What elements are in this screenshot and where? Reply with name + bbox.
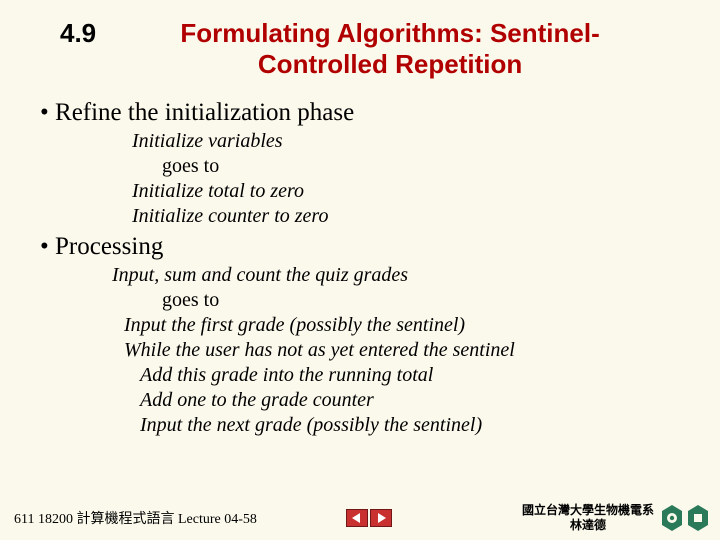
hex-icon [686, 504, 710, 532]
goes-to-2: goes to [162, 288, 680, 313]
gear-icon [660, 504, 684, 532]
footer-left-text: 611 18200 計算機程式語言 Lecture 04-58 [14, 508, 257, 528]
logo-badges [660, 504, 710, 532]
prev-button[interactable] [346, 509, 368, 527]
pseudo-while: While the user has not as yet entered th… [124, 338, 680, 363]
triangle-right-icon [375, 512, 387, 524]
slide-footer: 611 18200 計算機程式語言 Lecture 04-58 國立台灣大學生物… [0, 503, 720, 532]
slide-header: 4.9 Formulating Algorithms: Sentinel-Con… [0, 0, 720, 89]
affil-line2: 林達德 [522, 518, 654, 532]
section-number: 4.9 [60, 18, 96, 49]
pseudo-init-vars: Initialize variables [132, 129, 680, 154]
pseudo-input-first: Input the first grade (possibly the sent… [124, 313, 680, 338]
affiliation: 國立台灣大學生物機電系 林達德 [522, 503, 654, 532]
bullet-refine: Refine the initialization phase [40, 99, 680, 127]
pseudo-add-counter: Add one to the grade counter [140, 388, 680, 413]
pseudo-add-total: Add this grade into the running total [140, 363, 680, 388]
next-button[interactable] [370, 509, 392, 527]
pseudo-init-counter: Initialize counter to zero [132, 204, 680, 229]
pseudo-init-total: Initialize total to zero [132, 179, 680, 204]
pseudo-input-next: Input the next grade (possibly the senti… [140, 413, 680, 438]
footer-right: 國立台灣大學生物機電系 林達德 [522, 503, 710, 532]
goes-to-1: goes to [162, 154, 680, 179]
affil-line1: 國立台灣大學生物機電系 [522, 503, 654, 517]
slide-body: Refine the initialization phase Initiali… [0, 89, 720, 438]
triangle-left-icon [351, 512, 363, 524]
pseudo-input-sum: Input, sum and count the quiz grades [112, 263, 680, 288]
slide-title: Formulating Algorithms: Sentinel-Control… [120, 18, 680, 79]
bullet-processing: Processing [40, 233, 680, 261]
nav-buttons [346, 509, 392, 527]
